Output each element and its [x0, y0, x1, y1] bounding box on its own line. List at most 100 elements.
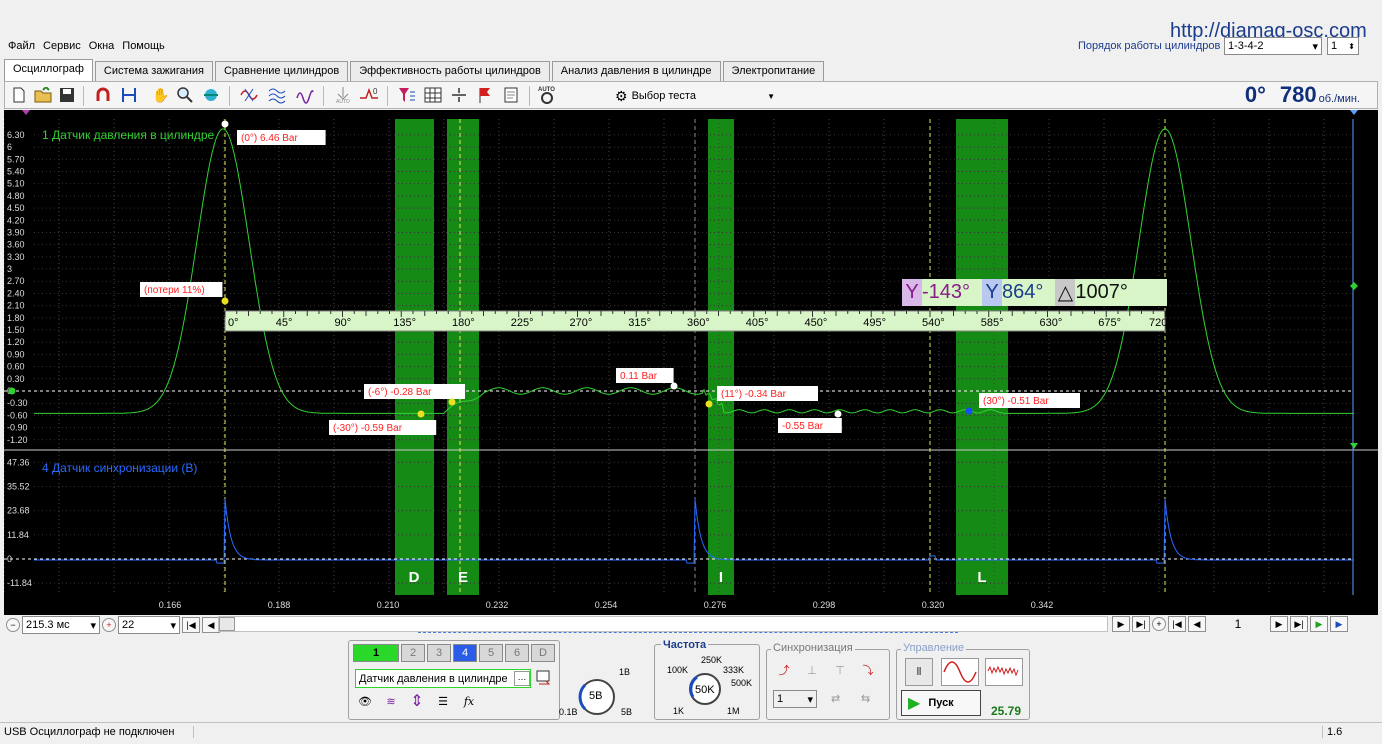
oscilloscope-view[interactable]: 6.30 6 5.70 5.40 5.10 4.80 4.50 4.20 3.90 3.60 3.3…: [4, 110, 1378, 615]
grid-icon[interactable]: [423, 85, 443, 105]
first-page-icon[interactable]: |◀: [182, 617, 200, 633]
menu-service[interactable]: Сервис: [43, 40, 81, 56]
test-select[interactable]: ⚙ Выбор теста ▼: [615, 85, 775, 107]
tab-cylinder-efficiency[interactable]: Эффективность работы цилиндров: [350, 61, 550, 81]
x-tick: 0.188: [268, 600, 291, 610]
signal-add-icon[interactable]: [239, 85, 259, 105]
horizontal-scrollbar[interactable]: [218, 616, 1108, 632]
cylinder-spin[interactable]: 1 ⬍: [1327, 37, 1359, 55]
channel-3-button[interactable]: 3: [427, 644, 451, 662]
zoom-in-icon[interactable]: +: [102, 618, 116, 632]
add-page-icon[interactable]: +: [1152, 617, 1166, 631]
open-folder-icon[interactable]: [33, 85, 53, 105]
hand-pan-icon[interactable]: ✋: [151, 85, 171, 105]
page-number: 1: [1234, 617, 1242, 631]
marker-flag-icon[interactable]: [475, 85, 495, 105]
tab-pressure-analysis[interactable]: Анализ давления в цилиндре: [551, 61, 721, 81]
sensor-more-button[interactable]: …: [514, 671, 530, 686]
fps-value: 25.79: [991, 704, 1022, 718]
function-icon[interactable]: fx: [459, 691, 479, 711]
probe-icon[interactable]: [201, 85, 221, 105]
x-tick: 0.166: [159, 600, 182, 610]
vertical-offset-icon[interactable]: ⇕: [407, 691, 427, 711]
freq-label-1k: 1K: [673, 706, 685, 716]
x-tick: 0.320: [922, 600, 945, 610]
tab-cylinder-compare[interactable]: Сравнение цилиндров: [214, 61, 349, 81]
phase-band-l: [956, 119, 1008, 595]
invert-wave-icon[interactable]: ≋: [381, 691, 401, 711]
timebase-select[interactable]: 215.3 мс ▾: [22, 616, 100, 634]
pulse-down-icon[interactable]: ⊤: [829, 660, 851, 680]
cursor1-value: -143°: [922, 281, 971, 303]
x-tick: 0.276: [704, 600, 727, 610]
chevron-down-icon: ▼: [767, 91, 775, 101]
firing-order-select[interactable]: 1-3-4-2 ▾: [1224, 37, 1322, 55]
swap-icon[interactable]: [535, 669, 553, 690]
freq-label-500k: 500K: [731, 678, 753, 688]
degree-label: 0°: [228, 317, 239, 329]
pause-icon[interactable]: ‖: [905, 658, 933, 686]
degree-label: 540°: [922, 317, 945, 329]
cursor-filter-icon[interactable]: [397, 85, 417, 105]
page-last-icon[interactable]: ▶|: [1290, 616, 1308, 632]
y-tick-ch1: 3.30: [7, 252, 25, 262]
play-blue-icon[interactable]: ▶: [1330, 616, 1348, 632]
trigger-cursor-icon[interactable]: ⤵: [857, 660, 879, 680]
splitter[interactable]: [418, 632, 958, 635]
sine-mode-icon[interactable]: [941, 658, 979, 686]
cursor-measure-icon[interactable]: [119, 85, 139, 105]
filter-icon[interactable]: [267, 85, 287, 105]
lines-icon[interactable]: ☰: [433, 691, 453, 711]
pulse-up-icon[interactable]: ⊥: [801, 660, 823, 680]
channel-4-button[interactable]: 4: [453, 644, 477, 662]
page-next-icon[interactable]: ▶: [1270, 616, 1288, 632]
channel-6-button[interactable]: 6: [505, 644, 529, 662]
zoom-value: 22: [122, 619, 135, 631]
sensor-name: Датчик давления в цилиндре: [359, 672, 508, 685]
tab-oscilloscope[interactable]: Осциллограф: [4, 59, 93, 81]
scroll-thumb[interactable]: [219, 617, 235, 631]
auto-trigger-icon[interactable]: AUTO: [333, 85, 353, 105]
start-button[interactable]: ▶ Пуск: [901, 690, 981, 716]
save-icon[interactable]: [57, 85, 77, 105]
scale-icon[interactable]: [449, 85, 469, 105]
new-file-icon[interactable]: [9, 85, 29, 105]
sync-offset-icon[interactable]: ⇆: [861, 692, 870, 705]
play-icon[interactable]: ▶: [1310, 616, 1328, 632]
y-tick-ch1: 1.80: [7, 313, 25, 323]
zoom-icon[interactable]: [175, 85, 195, 105]
sync-level-icon[interactable]: ⇄: [831, 692, 840, 705]
tab-power-supply[interactable]: Электропитание: [722, 61, 825, 81]
noise-mode-icon[interactable]: [985, 658, 1023, 686]
y-tick-ch1: 2.10: [7, 301, 25, 311]
wave-icon[interactable]: [295, 85, 315, 105]
page-prev-icon[interactable]: ◀: [1188, 616, 1206, 632]
menu-help[interactable]: Помощь: [122, 40, 165, 56]
sync-channel-select[interactable]: 1 ▾: [773, 690, 817, 708]
degree-label: 405°: [746, 317, 769, 329]
menu-windows[interactable]: Окна: [89, 40, 115, 56]
auto-settings-icon[interactable]: AUTO: [537, 85, 557, 105]
freq-label-100k: 100K: [667, 665, 689, 675]
next-icon[interactable]: ▶: [1112, 616, 1130, 632]
menu-file[interactable]: Файл: [8, 40, 35, 56]
zoom-out-icon[interactable]: −: [6, 618, 20, 632]
page-first-icon[interactable]: |◀: [1168, 616, 1186, 632]
eye-icon[interactable]: 👁: [355, 691, 375, 711]
trigger-zero-icon[interactable]: 0: [359, 85, 379, 105]
rising-edge-icon[interactable]: ⤴: [773, 660, 795, 680]
last-icon[interactable]: ▶|: [1132, 616, 1150, 632]
channel-5-button[interactable]: 5: [479, 644, 503, 662]
sensor-select[interactable]: Датчик давления в цилиндре …: [355, 669, 531, 688]
notes-icon[interactable]: [501, 85, 521, 105]
channel-d-button[interactable]: D: [531, 644, 555, 662]
channel-1-button[interactable]: 1: [353, 644, 399, 662]
gear-icon: ⚙: [615, 87, 628, 104]
channel-2-button[interactable]: 2: [401, 644, 425, 662]
oscilloscope-canvas[interactable]: 6.30 6 5.70 5.40 5.10 4.80 4.50 4.20 3.90 3.60 3.3…: [4, 110, 1378, 615]
magnet-icon[interactable]: [93, 85, 113, 105]
zoom-select[interactable]: 22 ▾: [118, 616, 180, 634]
scale-top-label: 1В: [619, 667, 631, 677]
tab-ignition[interactable]: Система зажигания: [94, 61, 213, 81]
status-text: USB Осциллограф не подключен: [4, 726, 194, 738]
